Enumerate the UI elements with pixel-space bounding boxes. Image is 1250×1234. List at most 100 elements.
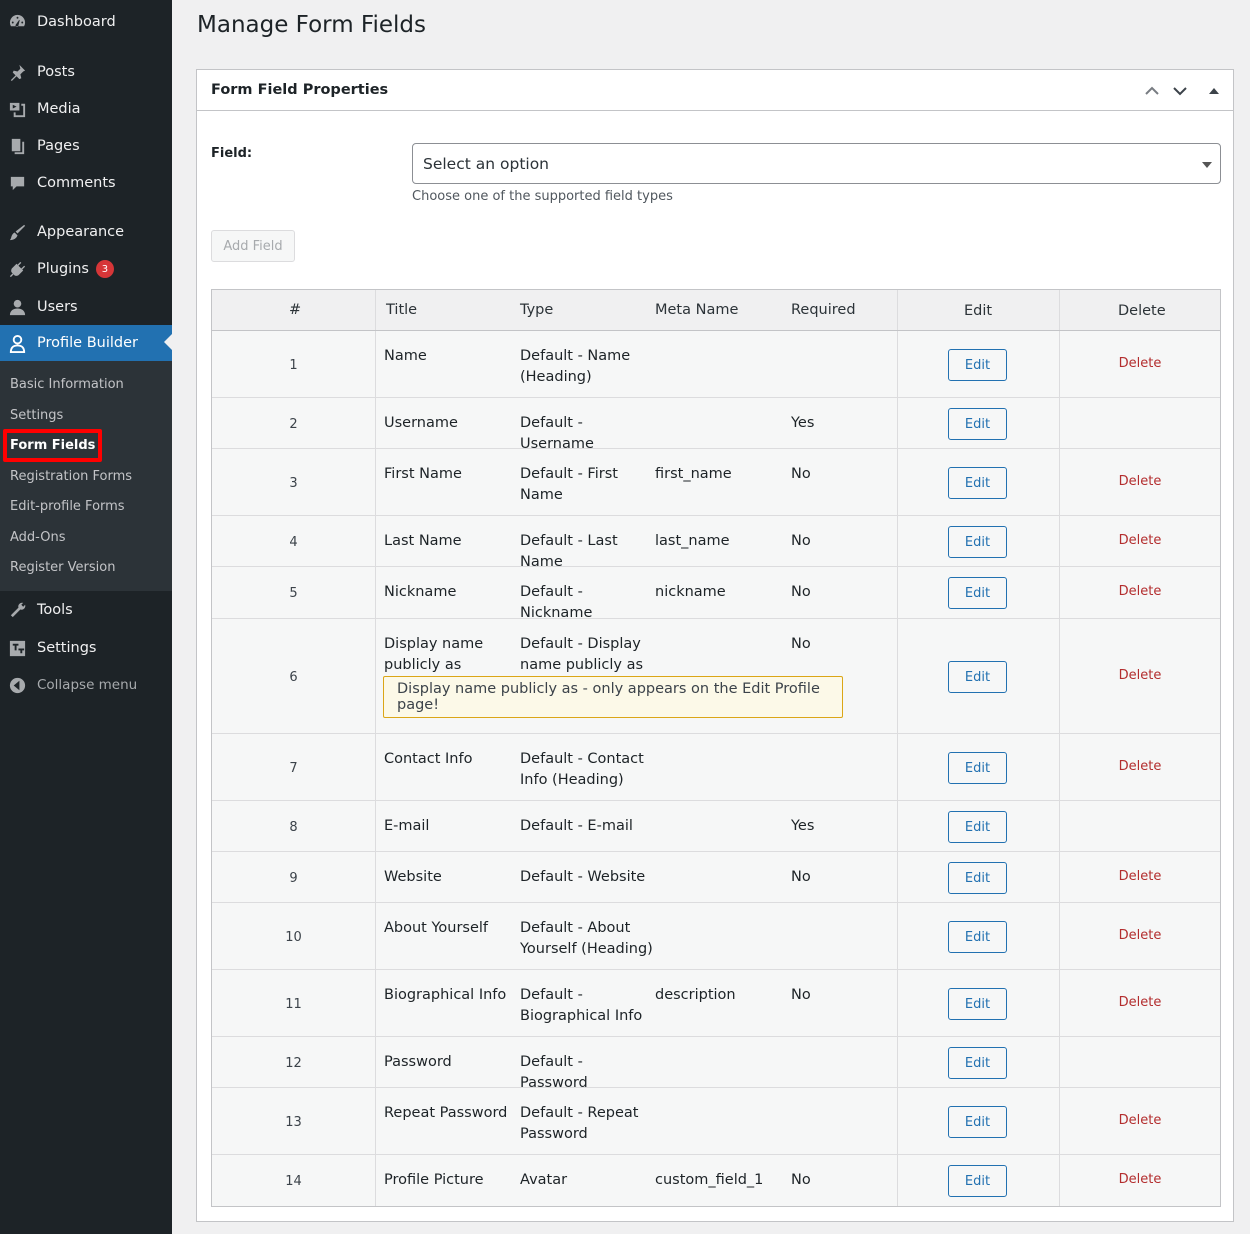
edit-button[interactable]: Edit — [948, 988, 1007, 1020]
column-divider — [1059, 801, 1060, 851]
row-number: 6 — [289, 670, 298, 685]
submenu-registration-forms[interactable]: Registration Forms — [10, 466, 132, 488]
delete-link[interactable]: Delete — [1060, 995, 1220, 1010]
collapse-icon — [7, 675, 27, 695]
submenu-basic-information[interactable]: Basic Information — [10, 374, 124, 396]
column-divider — [897, 1155, 898, 1206]
delete-link[interactable]: Delete — [1060, 1172, 1220, 1187]
column-divider — [375, 970, 376, 1036]
table-row: 7 Contact Info Default - Contact Info (Hea… — [212, 734, 1220, 801]
column-divider — [375, 449, 376, 515]
edit-button[interactable]: Edit — [948, 862, 1007, 894]
row-required: Yes — [791, 415, 815, 431]
menu-tools[interactable]: Tools — [0, 593, 172, 627]
move-down-button[interactable] — [1170, 81, 1190, 101]
row-title: Username — [384, 415, 458, 431]
update-count-badge: 3 — [95, 260, 114, 278]
comments-icon — [7, 173, 27, 193]
chevron-up-icon — [1145, 86, 1159, 95]
settings-icon — [7, 638, 27, 658]
table-row: 1 Name Default - Name (Heading) Edit Delete — [212, 331, 1220, 398]
row-number: 12 — [285, 1056, 302, 1071]
row-meta-name: last_name — [655, 533, 730, 549]
row-type: Default - Display name publicly as — [520, 636, 644, 673]
row-required: No — [791, 987, 811, 1003]
row-type: Avatar — [520, 1172, 568, 1188]
collapse-menu-button[interactable]: Collapse menu — [0, 668, 172, 702]
row-title: Display name publicly as — [384, 636, 484, 673]
table-row: 3 First Name Default - First Name first_nam… — [212, 449, 1220, 516]
edit-button[interactable]: Edit — [948, 349, 1007, 381]
row-type: Default - Biographical Info — [520, 987, 643, 1024]
row-title: First Name — [384, 466, 462, 482]
delete-link[interactable]: Delete — [1060, 474, 1220, 489]
select-value: Select an option — [423, 155, 550, 173]
menu-settings[interactable]: Settings — [0, 631, 172, 665]
delete-link[interactable]: Delete — [1060, 869, 1220, 884]
delete-link[interactable]: Delete — [1060, 668, 1220, 683]
profile-icon — [7, 333, 27, 353]
menu-profile-builder[interactable]: Profile Builder — [0, 325, 172, 361]
table-row: 13 Repeat Password Default - Repeat Passwo… — [212, 1088, 1220, 1155]
edit-button[interactable]: Edit — [948, 811, 1007, 843]
row-required: No — [791, 584, 811, 600]
row-type: Default - Website — [520, 869, 646, 885]
toggle-panel-button[interactable] — [1204, 81, 1224, 101]
dashboard-icon — [7, 12, 27, 32]
edit-button[interactable]: Edit — [948, 752, 1007, 784]
submenu-register-version[interactable]: Register Version — [10, 557, 115, 579]
edit-button[interactable]: Edit — [948, 1165, 1007, 1197]
menu-label: Plugins — [37, 261, 89, 277]
menu-pages[interactable]: Pages — [0, 129, 172, 163]
menu-dashboard[interactable]: Dashboard — [0, 5, 172, 39]
submenu-settings[interactable]: Settings — [10, 405, 63, 427]
add-field-button[interactable]: Add Field — [211, 230, 295, 262]
form-field-properties-panel: Form Field Properties Field: Select an o… — [196, 69, 1234, 1222]
edit-button[interactable]: Edit — [948, 526, 1007, 558]
menu-label: Collapse menu — [37, 677, 138, 693]
menu-appearance[interactable]: Appearance — [0, 215, 172, 249]
edit-button[interactable]: Edit — [948, 921, 1007, 953]
delete-link[interactable]: Delete — [1060, 759, 1220, 774]
menu-plugins[interactable]: Plugins 3 — [0, 252, 172, 286]
column-divider — [375, 516, 376, 566]
column-divider — [897, 331, 898, 397]
plugin-icon — [7, 259, 27, 279]
row-number: 2 — [289, 417, 298, 432]
row-number: 5 — [289, 586, 298, 601]
row-number: 13 — [285, 1115, 302, 1130]
menu-users[interactable]: Users — [0, 290, 172, 324]
chevron-down-icon — [1173, 87, 1187, 96]
delete-link[interactable]: Delete — [1060, 928, 1220, 943]
move-up-button[interactable] — [1142, 81, 1162, 101]
current-menu-arrow — [164, 334, 172, 350]
menu-label: Users — [37, 299, 78, 315]
row-number: 14 — [285, 1174, 302, 1189]
edit-button[interactable]: Edit — [948, 1106, 1007, 1138]
edit-button[interactable]: Edit — [948, 467, 1007, 499]
column-divider — [897, 619, 898, 733]
column-divider — [1059, 290, 1060, 330]
row-number: 4 — [289, 535, 298, 550]
media-icon — [7, 99, 27, 119]
delete-link[interactable]: Delete — [1060, 1113, 1220, 1128]
edit-button[interactable]: Edit — [948, 408, 1007, 440]
form-fields-highlight — [3, 429, 102, 462]
submenu-add-ons[interactable]: Add-Ons — [10, 527, 65, 549]
delete-link[interactable]: Delete — [1060, 356, 1220, 371]
delete-link[interactable]: Delete — [1060, 533, 1220, 548]
row-type: Default - Name (Heading) — [520, 348, 631, 385]
delete-link[interactable]: Delete — [1060, 584, 1220, 599]
column-divider — [375, 1088, 376, 1154]
column-divider — [897, 1037, 898, 1087]
field-type-select[interactable]: Select an option — [412, 143, 1221, 184]
edit-button[interactable]: Edit — [948, 661, 1007, 693]
column-divider — [375, 619, 376, 733]
submenu-edit-profile-forms[interactable]: Edit-profile Forms — [10, 496, 125, 518]
row-title: Repeat Password — [384, 1105, 508, 1121]
edit-button[interactable]: Edit — [948, 1047, 1007, 1079]
menu-media[interactable]: Media — [0, 92, 172, 126]
edit-button[interactable]: Edit — [948, 577, 1007, 609]
menu-comments[interactable]: Comments — [0, 166, 172, 200]
menu-posts[interactable]: Posts — [0, 55, 172, 89]
